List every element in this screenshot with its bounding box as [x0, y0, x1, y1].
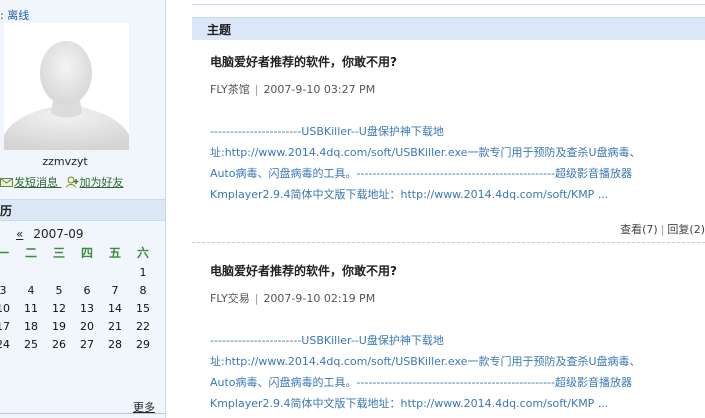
username: zzmvzyt	[42, 155, 88, 168]
post-excerpt-line: Kmplayer2.9.4简体中文版下载地址：http://www.2014.4…	[210, 397, 609, 410]
default-avatar-icon	[4, 23, 129, 150]
add-friend-label: 加为好友	[79, 176, 124, 189]
calendar-week-row: 242526272829	[0, 338, 164, 354]
calendar-day[interactable]: 25	[17, 338, 45, 354]
post-excerpt-line: Kmplayer2.9.4简体中文版下载地址：http://www.2014.4…	[210, 188, 609, 201]
calendar-day[interactable]: 20	[73, 320, 101, 336]
calendar-prev-month-link[interactable]: «	[16, 227, 23, 241]
avatar	[4, 23, 129, 150]
calendar-day[interactable]: 24	[0, 338, 17, 354]
calendar-day[interactable]: 3	[0, 284, 17, 300]
section-header: 主题	[192, 17, 705, 40]
calendar-day[interactable]: 4	[17, 284, 45, 300]
post-meta: FLY交易 | 2007-9-10 02:19 PM	[210, 290, 375, 306]
calendar-day[interactable]: 26	[45, 338, 73, 354]
calendar-day[interactable]: 15	[129, 302, 157, 318]
post-excerpt: -----------------------USBKiller--U盘保护神下…	[210, 121, 705, 205]
add-friend-icon	[65, 176, 78, 188]
status-offline-link[interactable]: 离线	[7, 9, 29, 22]
post-date: 2007-9-10 03:27 PM	[263, 83, 376, 96]
calendar-day[interactable]: 28	[101, 338, 129, 354]
calendar-day[interactable]: 7	[101, 284, 129, 300]
calendar-week-row: 171819202122	[0, 320, 164, 336]
calendar-header-title: 历	[0, 204, 13, 218]
post-title-link[interactable]: 电脑爱好者推荐的软件，你敢不用?	[210, 262, 397, 279]
post-excerpt: -----------------------USBKiller--U盘保护神下…	[210, 330, 705, 414]
post-item: 电脑爱好者推荐的软件，你敢不用? FLY交易 | 2007-9-10 02:19 P…	[192, 262, 705, 418]
calendar-day[interactable]: 13	[73, 302, 101, 318]
calendar-day[interactable]: 6	[73, 284, 101, 300]
calendar-day[interactable]: 8	[129, 284, 157, 300]
calendar-day[interactable]: 5	[45, 284, 73, 300]
calendar-day	[101, 266, 129, 282]
calendar-header: 历	[0, 199, 165, 221]
post-author: FLY茶馆	[210, 83, 250, 96]
post-excerpt-line: 址:http://www.2014.4dq.com/soft/USBKiller…	[210, 146, 641, 159]
top-divider	[192, 4, 705, 5]
calendar-day[interactable]: 29	[129, 338, 157, 354]
calendar-week-row: 345678	[0, 284, 164, 300]
calendar-weekday: 六	[136, 246, 149, 260]
post-excerpt-line: Auto病毒、闪盘病毒的工具。-------------------------…	[210, 167, 633, 180]
calendar-day[interactable]: 10	[0, 302, 17, 318]
calendar-weekday: 五	[108, 246, 121, 260]
calendar-weekday: 四	[80, 246, 93, 260]
post-views-link[interactable]: 查看(7)	[620, 223, 658, 236]
meta-separator: |	[254, 83, 259, 96]
calendar-day[interactable]: 14	[101, 302, 129, 318]
calendar-day[interactable]: 11	[17, 302, 45, 318]
calendar-day[interactable]: 27	[73, 338, 101, 354]
calendar-day	[45, 266, 73, 282]
calendar-week-row: 1	[0, 266, 164, 282]
section-title: 主题	[207, 23, 232, 37]
sidebar-bottom-divider	[0, 413, 165, 414]
calendar-day[interactable]: 18	[17, 320, 45, 336]
calendar-day[interactable]: 19	[45, 320, 73, 336]
add-friend-link[interactable]: 加为好友	[65, 176, 124, 189]
profile-actions: 发短消息 加为好友	[0, 174, 128, 190]
post-author: FLY交易	[210, 292, 250, 305]
calendar-day[interactable]: 22	[129, 320, 157, 336]
post-excerpt-line: -----------------------USBKiller--U盘保护神下…	[210, 334, 444, 347]
calendar-day[interactable]: 21	[101, 320, 129, 336]
calendar-grid: 1345678101112131415171819202122242526272…	[0, 266, 164, 356]
post-title-link[interactable]: 电脑爱好者推荐的软件，你敢不用?	[210, 53, 397, 70]
send-message-link[interactable]: 发短消息	[0, 176, 62, 189]
calendar-day[interactable]: 1	[129, 266, 157, 282]
post-date: 2007-9-10 02:19 PM	[263, 292, 376, 305]
post-excerpt-line: 址:http://www.2014.4dq.com/soft/USBKiller…	[210, 355, 641, 368]
calendar-weekday: 一	[0, 246, 9, 260]
post-stats: 查看(7) | 回复(2)	[620, 221, 705, 237]
post-item: 电脑爱好者推荐的软件，你敢不用? FLY茶馆 | 2007-9-10 03:27 P…	[192, 53, 705, 238]
post-meta: FLY茶馆 | 2007-9-10 03:27 PM	[210, 81, 375, 97]
post-excerpt-line: -----------------------USBKiller--U盘保护神下…	[210, 125, 444, 138]
calendar-day[interactable]: 12	[45, 302, 73, 318]
calendar-day[interactable]: 17	[0, 320, 17, 336]
meta-separator: |	[254, 292, 259, 305]
message-icon	[0, 178, 13, 187]
post-divider	[192, 242, 705, 243]
calendar-weekday: 二	[24, 246, 37, 260]
calendar-weekday: 三	[52, 246, 65, 260]
calendar-day	[17, 266, 45, 282]
calendar-day	[0, 266, 17, 282]
stats-separator: |	[660, 223, 665, 236]
calendar-month-label: 2007-09	[33, 227, 84, 241]
calendar-day	[73, 266, 101, 282]
calendar-week-row: 101112131415	[0, 302, 164, 318]
calendar-nav: « 2007-09	[16, 227, 83, 241]
online-status: : 离线	[0, 7, 29, 23]
post-replies-link[interactable]: 回复(2)	[667, 223, 705, 236]
sidebar: : 离线 zzmvzyt 发短消息 加为好友 历 « 2007-09 一 二 三…	[0, 0, 166, 418]
calendar-weekdays: 一二三四五六	[0, 244, 164, 262]
send-message-label: 发短消息	[14, 176, 58, 189]
post-excerpt-line: Auto病毒、闪盘病毒的工具。-------------------------…	[210, 376, 633, 389]
